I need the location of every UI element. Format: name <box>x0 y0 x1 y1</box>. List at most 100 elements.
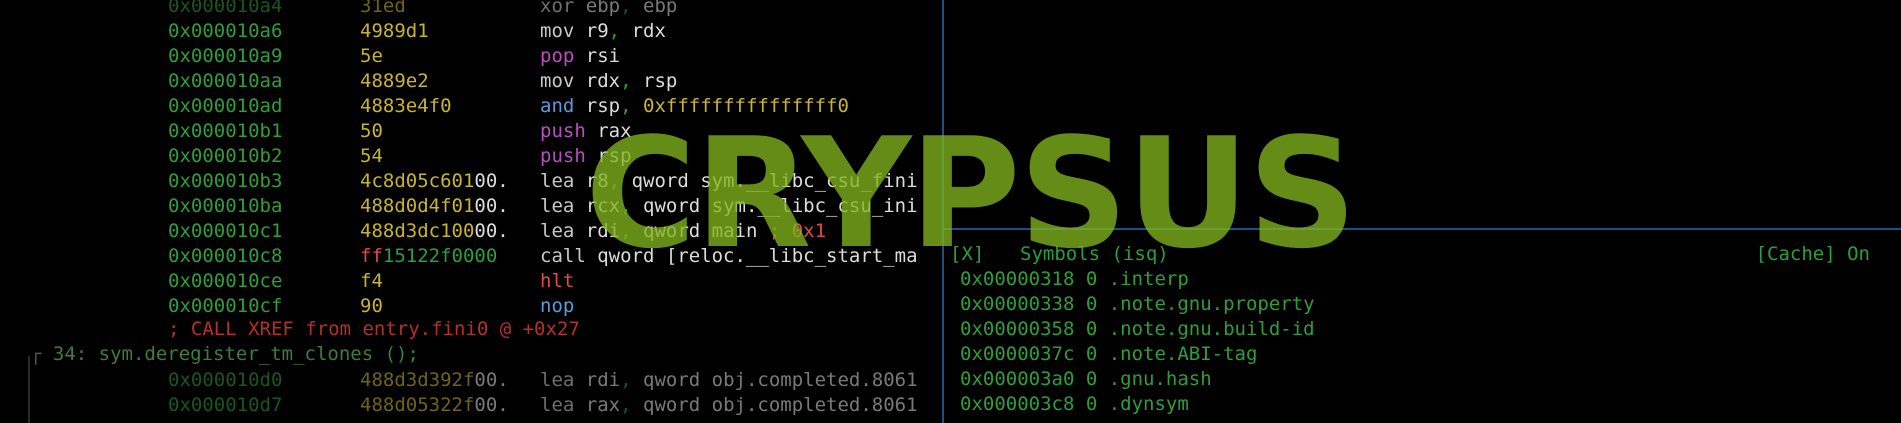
opcode: lea <box>540 170 575 192</box>
byte-prefix: 488d05322f <box>360 394 475 416</box>
instruction-bytes: 4989d1 <box>360 20 429 42</box>
opcode: mov <box>540 20 575 42</box>
operand: obj.completed.8061 <box>700 369 918 391</box>
instruction-address[interactable]: 0x000010ad <box>168 94 282 119</box>
symbol-row[interactable]: 0x00000358 0 .note.gnu.build-id <box>960 317 1315 342</box>
cache-status[interactable]: [Cache] On <box>1756 242 1870 267</box>
instruction-text: lea rdi, qword obj.completed.8061 <box>540 368 935 393</box>
opcode: pop <box>540 45 575 67</box>
operand: qword <box>643 394 701 416</box>
instruction-bytes: 54 <box>360 145 383 167</box>
instruction-bytes: 5e <box>360 45 383 67</box>
byte-prefix: 488d3dc100 <box>360 220 475 242</box>
byte-prefix: 488d0d4f01 <box>360 195 475 217</box>
byte-prefix: 488d3d392f <box>360 369 475 391</box>
instruction-bytes: 4c8d05c60100. <box>360 169 509 194</box>
opcode: nop <box>540 295 575 317</box>
instruction-address[interactable]: 0x000010ce <box>168 269 282 294</box>
operand: ebp <box>643 0 678 17</box>
operand: , <box>608 20 632 42</box>
instruction-address[interactable]: 0x000010a9 <box>168 44 282 69</box>
function-header[interactable]: ┌ 34: sym.deregister_tm_clones (); <box>30 343 419 365</box>
opcode: lea <box>540 394 575 416</box>
opcode: lea <box>540 369 575 391</box>
instruction-address[interactable]: 0x000010c8 <box>168 244 282 269</box>
operand: , <box>620 394 643 416</box>
operand: rsi <box>585 45 621 67</box>
instruction-text: nop <box>540 294 935 319</box>
disasm-row[interactable]: 0x000010a9 5e pop rsi <box>0 44 940 69</box>
operand: rdi <box>585 369 621 391</box>
symbol-row[interactable]: 0x00000338 0 .note.gnu.property <box>960 292 1315 317</box>
byte-rest: 00. <box>474 394 509 416</box>
watermark-logo: CRYPSUS <box>585 105 1357 282</box>
instruction-bytes: 488d3d392f00. <box>360 368 509 393</box>
instruction-address[interactable]: 0x000010b1 <box>168 119 282 144</box>
instruction-bytes: 488d3dc10000. <box>360 219 509 244</box>
disasm-row[interactable]: 0x000010a4 31ed xor ebp, ebp <box>0 0 940 19</box>
radare2-screen: 0x000010a4 31ed xor ebp, ebp 0x000010a6 4989… <box>0 0 1901 423</box>
instruction-bytes: 4889e2 <box>360 70 429 92</box>
symbol-row[interactable]: 0x000003a0 0 .gnu.hash <box>960 367 1212 392</box>
operand: , <box>620 369 643 391</box>
instruction-text: mov rdx, rsp <box>540 69 935 94</box>
symbol-row[interactable]: 0x0000037c 0 .note.ABI-tag <box>960 342 1257 367</box>
opcode: lea <box>540 220 575 242</box>
function-border <box>28 356 30 423</box>
operand: rax <box>585 394 621 416</box>
instruction-address[interactable]: 0x000010d7 <box>168 393 282 418</box>
xref-comment: ; CALL XREF from entry.fini0 @ +0x27 <box>168 318 580 340</box>
opcode: call <box>540 245 586 267</box>
disasm-row[interactable]: 0x000010a6 4989d1 mov r9, rdx <box>0 19 940 44</box>
operand: ebp <box>585 0 621 17</box>
disasm-row[interactable]: 0x000010d0 488d3d392f00. lea rdi, qword ob… <box>0 368 940 393</box>
instruction-bytes: 50 <box>360 120 383 142</box>
instruction-bytes: 90 <box>360 295 383 317</box>
opcode: xor <box>540 0 575 17</box>
disasm-row[interactable]: 0x000010cf 90 nop <box>0 294 940 319</box>
disasm-row[interactable]: 0x000010aa 4889e2 mov rdx, rsp <box>0 69 940 94</box>
operand: rdx <box>631 20 666 42</box>
opcode: push <box>540 120 586 142</box>
opcode: hlt <box>540 270 575 292</box>
instruction-bytes: 31ed <box>360 0 406 17</box>
instruction-address[interactable]: 0x000010c1 <box>168 219 282 244</box>
instruction-bytes: 488d05322f00. <box>360 393 509 418</box>
instruction-bytes: ff15122f0000 <box>360 244 497 269</box>
symbol-row[interactable]: 0x000003c8 0 .dynsym <box>960 392 1189 417</box>
instruction-text: mov r9, rdx <box>540 19 935 44</box>
instruction-address[interactable]: 0x000010a4 <box>168 0 282 19</box>
operand: qword <box>643 369 701 391</box>
instruction-bytes: 4883e4f0 <box>360 95 452 117</box>
instruction-text: pop rsi <box>540 44 935 69</box>
byte-rest: 00. <box>474 220 509 242</box>
operand: , <box>620 70 643 92</box>
disasm-row[interactable]: 0x000010d7 488d05322f00. lea rax, qword ob… <box>0 393 940 418</box>
instruction-address[interactable]: 0x000010ba <box>168 194 282 219</box>
byte-rest: 00. <box>474 369 509 391</box>
byte-rest: 00. <box>474 170 509 192</box>
instruction-address[interactable]: 0x000010b2 <box>168 144 282 169</box>
function-label: 34: sym.deregister_tm_clones (); <box>41 343 419 365</box>
opcode: lea <box>540 195 575 217</box>
instruction-address[interactable]: 0x000010aa <box>168 69 282 94</box>
function-corner: ┌ <box>30 343 42 365</box>
instruction-address[interactable]: 0x000010b3 <box>168 169 282 194</box>
byte-rest: 00. <box>474 195 509 217</box>
instruction-text: xor ebp, ebp <box>540 0 935 19</box>
byte-prefix: 4c8d05c601 <box>360 170 475 192</box>
instruction-address[interactable]: 0x000010d0 <box>168 368 282 393</box>
byte-rest: 15122f0000 <box>382 245 498 267</box>
operand: rsp <box>643 70 678 92</box>
operand: rdx <box>585 70 621 92</box>
instruction-bytes: 488d0d4f0100. <box>360 194 509 219</box>
instruction-address[interactable]: 0x000010cf <box>168 294 282 319</box>
instruction-address[interactable]: 0x000010a6 <box>168 19 282 44</box>
byte-prefix: ff <box>360 245 383 267</box>
operand: r9 <box>585 20 609 42</box>
operand: , <box>620 0 643 17</box>
instruction-bytes: f4 <box>360 270 383 292</box>
opcode: and <box>540 95 575 117</box>
opcode: mov <box>540 70 575 92</box>
operand: obj.completed.8061 <box>700 394 918 416</box>
